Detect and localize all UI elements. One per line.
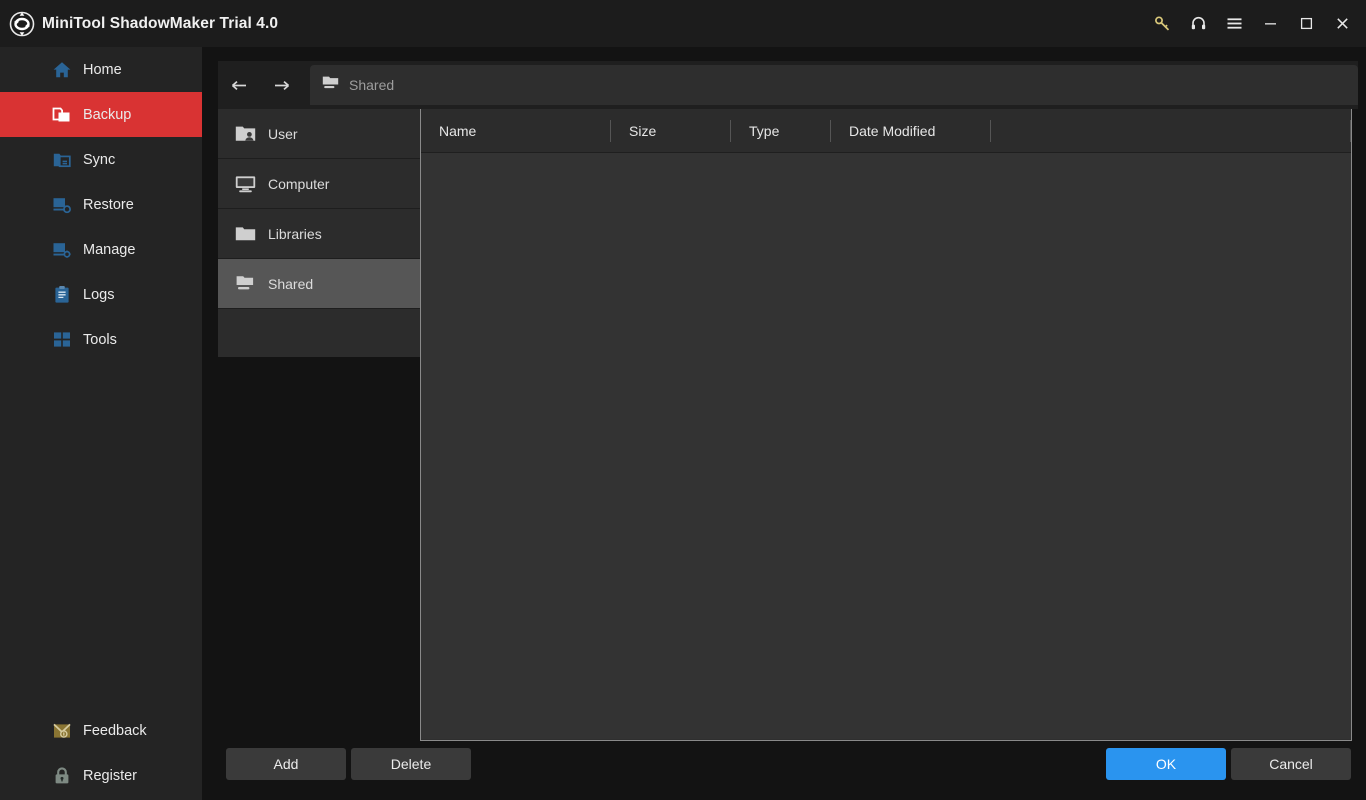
sidebar-item-label: Home xyxy=(83,61,122,78)
place-item-label: Computer xyxy=(268,175,330,192)
application-window: MiniTool ShadowMaker Trial 4.0 Home Back… xyxy=(0,0,1366,800)
sidebar-item-label: Logs xyxy=(83,286,115,303)
place-item-label: Libraries xyxy=(268,225,322,242)
path-input[interactable]: Shared xyxy=(310,65,1358,105)
register-lock-icon xyxy=(52,766,72,786)
app-title: MiniTool ShadowMaker Trial 4.0 xyxy=(42,14,279,32)
sidebar-item-label: Feedback xyxy=(83,722,147,739)
sidebar-item-sync[interactable]: Sync xyxy=(0,137,202,182)
arrow-left-icon[interactable] xyxy=(218,61,260,109)
column-header-type[interactable]: Type xyxy=(731,109,831,153)
headset-icon[interactable] xyxy=(1180,0,1216,47)
shadowmaker-logo-icon xyxy=(8,10,36,38)
sidebar-item-feedback[interactable]: Feedback xyxy=(0,708,202,753)
main-sidebar: Home Backup Sync Restore Manage Logs Too… xyxy=(0,47,202,800)
sidebar-item-label: Tools xyxy=(83,331,117,348)
sidebar-item-label: Register xyxy=(83,767,137,784)
sidebar-bottom-group: Feedback Register xyxy=(0,708,202,798)
arrow-right-icon[interactable] xyxy=(260,61,302,109)
place-item-libraries[interactable]: Libraries xyxy=(218,209,420,259)
place-item-computer[interactable]: Computer xyxy=(218,159,420,209)
sync-icon xyxy=(52,150,72,170)
shared-folder-icon xyxy=(234,274,256,294)
column-label: Type xyxy=(749,122,780,139)
tools-icon xyxy=(52,330,72,350)
hamburger-menu-icon[interactable] xyxy=(1216,0,1252,47)
column-label: Date Modified xyxy=(849,122,936,139)
folder-icon xyxy=(234,224,256,244)
column-header-name[interactable]: Name xyxy=(421,109,611,153)
key-icon[interactable] xyxy=(1144,0,1180,47)
file-list-header: Name Size Type Date Modified xyxy=(421,109,1351,153)
sidebar-item-register[interactable]: Register xyxy=(0,753,202,798)
home-icon xyxy=(52,60,72,80)
title-bar: MiniTool ShadowMaker Trial 4.0 xyxy=(0,0,1366,47)
sidebar-item-manage[interactable]: Manage xyxy=(0,227,202,272)
sidebar-item-label: Sync xyxy=(83,151,116,168)
sidebar-item-logs[interactable]: Logs xyxy=(0,272,202,317)
sidebar-item-label: Manage xyxy=(83,241,136,258)
maximize-icon[interactable] xyxy=(1288,0,1324,47)
column-header-date-modified[interactable]: Date Modified xyxy=(831,109,991,153)
places-list: User Computer Libraries Shared xyxy=(218,109,420,357)
place-item-user[interactable]: User xyxy=(218,109,420,159)
address-bar: Shared xyxy=(218,61,1358,109)
manage-icon xyxy=(52,240,72,260)
column-label: Size xyxy=(629,122,657,139)
minimize-icon[interactable] xyxy=(1252,0,1288,47)
place-item-label: Shared xyxy=(268,275,314,292)
delete-button[interactable]: Delete xyxy=(351,748,471,780)
restore-icon xyxy=(52,195,72,215)
sidebar-item-restore[interactable]: Restore xyxy=(0,182,202,227)
window-controls xyxy=(1144,0,1366,47)
sidebar-item-tools[interactable]: Tools xyxy=(0,317,202,362)
cancel-button[interactable]: Cancel xyxy=(1231,748,1351,780)
feedback-envelope-icon xyxy=(52,721,72,741)
folder-picker-dialog: Shared User Computer Libraries Shared Na… xyxy=(210,47,1366,800)
close-icon[interactable] xyxy=(1324,0,1360,47)
logs-icon xyxy=(52,285,72,305)
column-header-extra[interactable] xyxy=(991,109,1351,153)
column-header-size[interactable]: Size xyxy=(611,109,731,153)
file-list-panel: Name Size Type Date Modified xyxy=(420,109,1352,741)
sidebar-item-backup[interactable]: Backup xyxy=(0,92,202,137)
shared-folder-icon xyxy=(322,75,339,96)
path-value: Shared xyxy=(349,77,395,93)
place-item-label: User xyxy=(268,125,298,142)
user-folder-icon xyxy=(234,124,256,144)
file-list-body[interactable] xyxy=(421,153,1351,739)
sidebar-item-label: Restore xyxy=(83,196,134,213)
sidebar-item-home[interactable]: Home xyxy=(0,47,202,92)
computer-icon xyxy=(234,174,256,194)
add-button[interactable]: Add xyxy=(226,748,346,780)
column-label: Name xyxy=(439,122,477,139)
ok-button[interactable]: OK xyxy=(1106,748,1226,780)
backup-icon xyxy=(52,105,72,125)
dialog-footer: Add Delete OK Cancel xyxy=(210,710,1366,800)
sidebar-item-label: Backup xyxy=(83,106,132,123)
place-item-shared[interactable]: Shared xyxy=(218,259,420,309)
